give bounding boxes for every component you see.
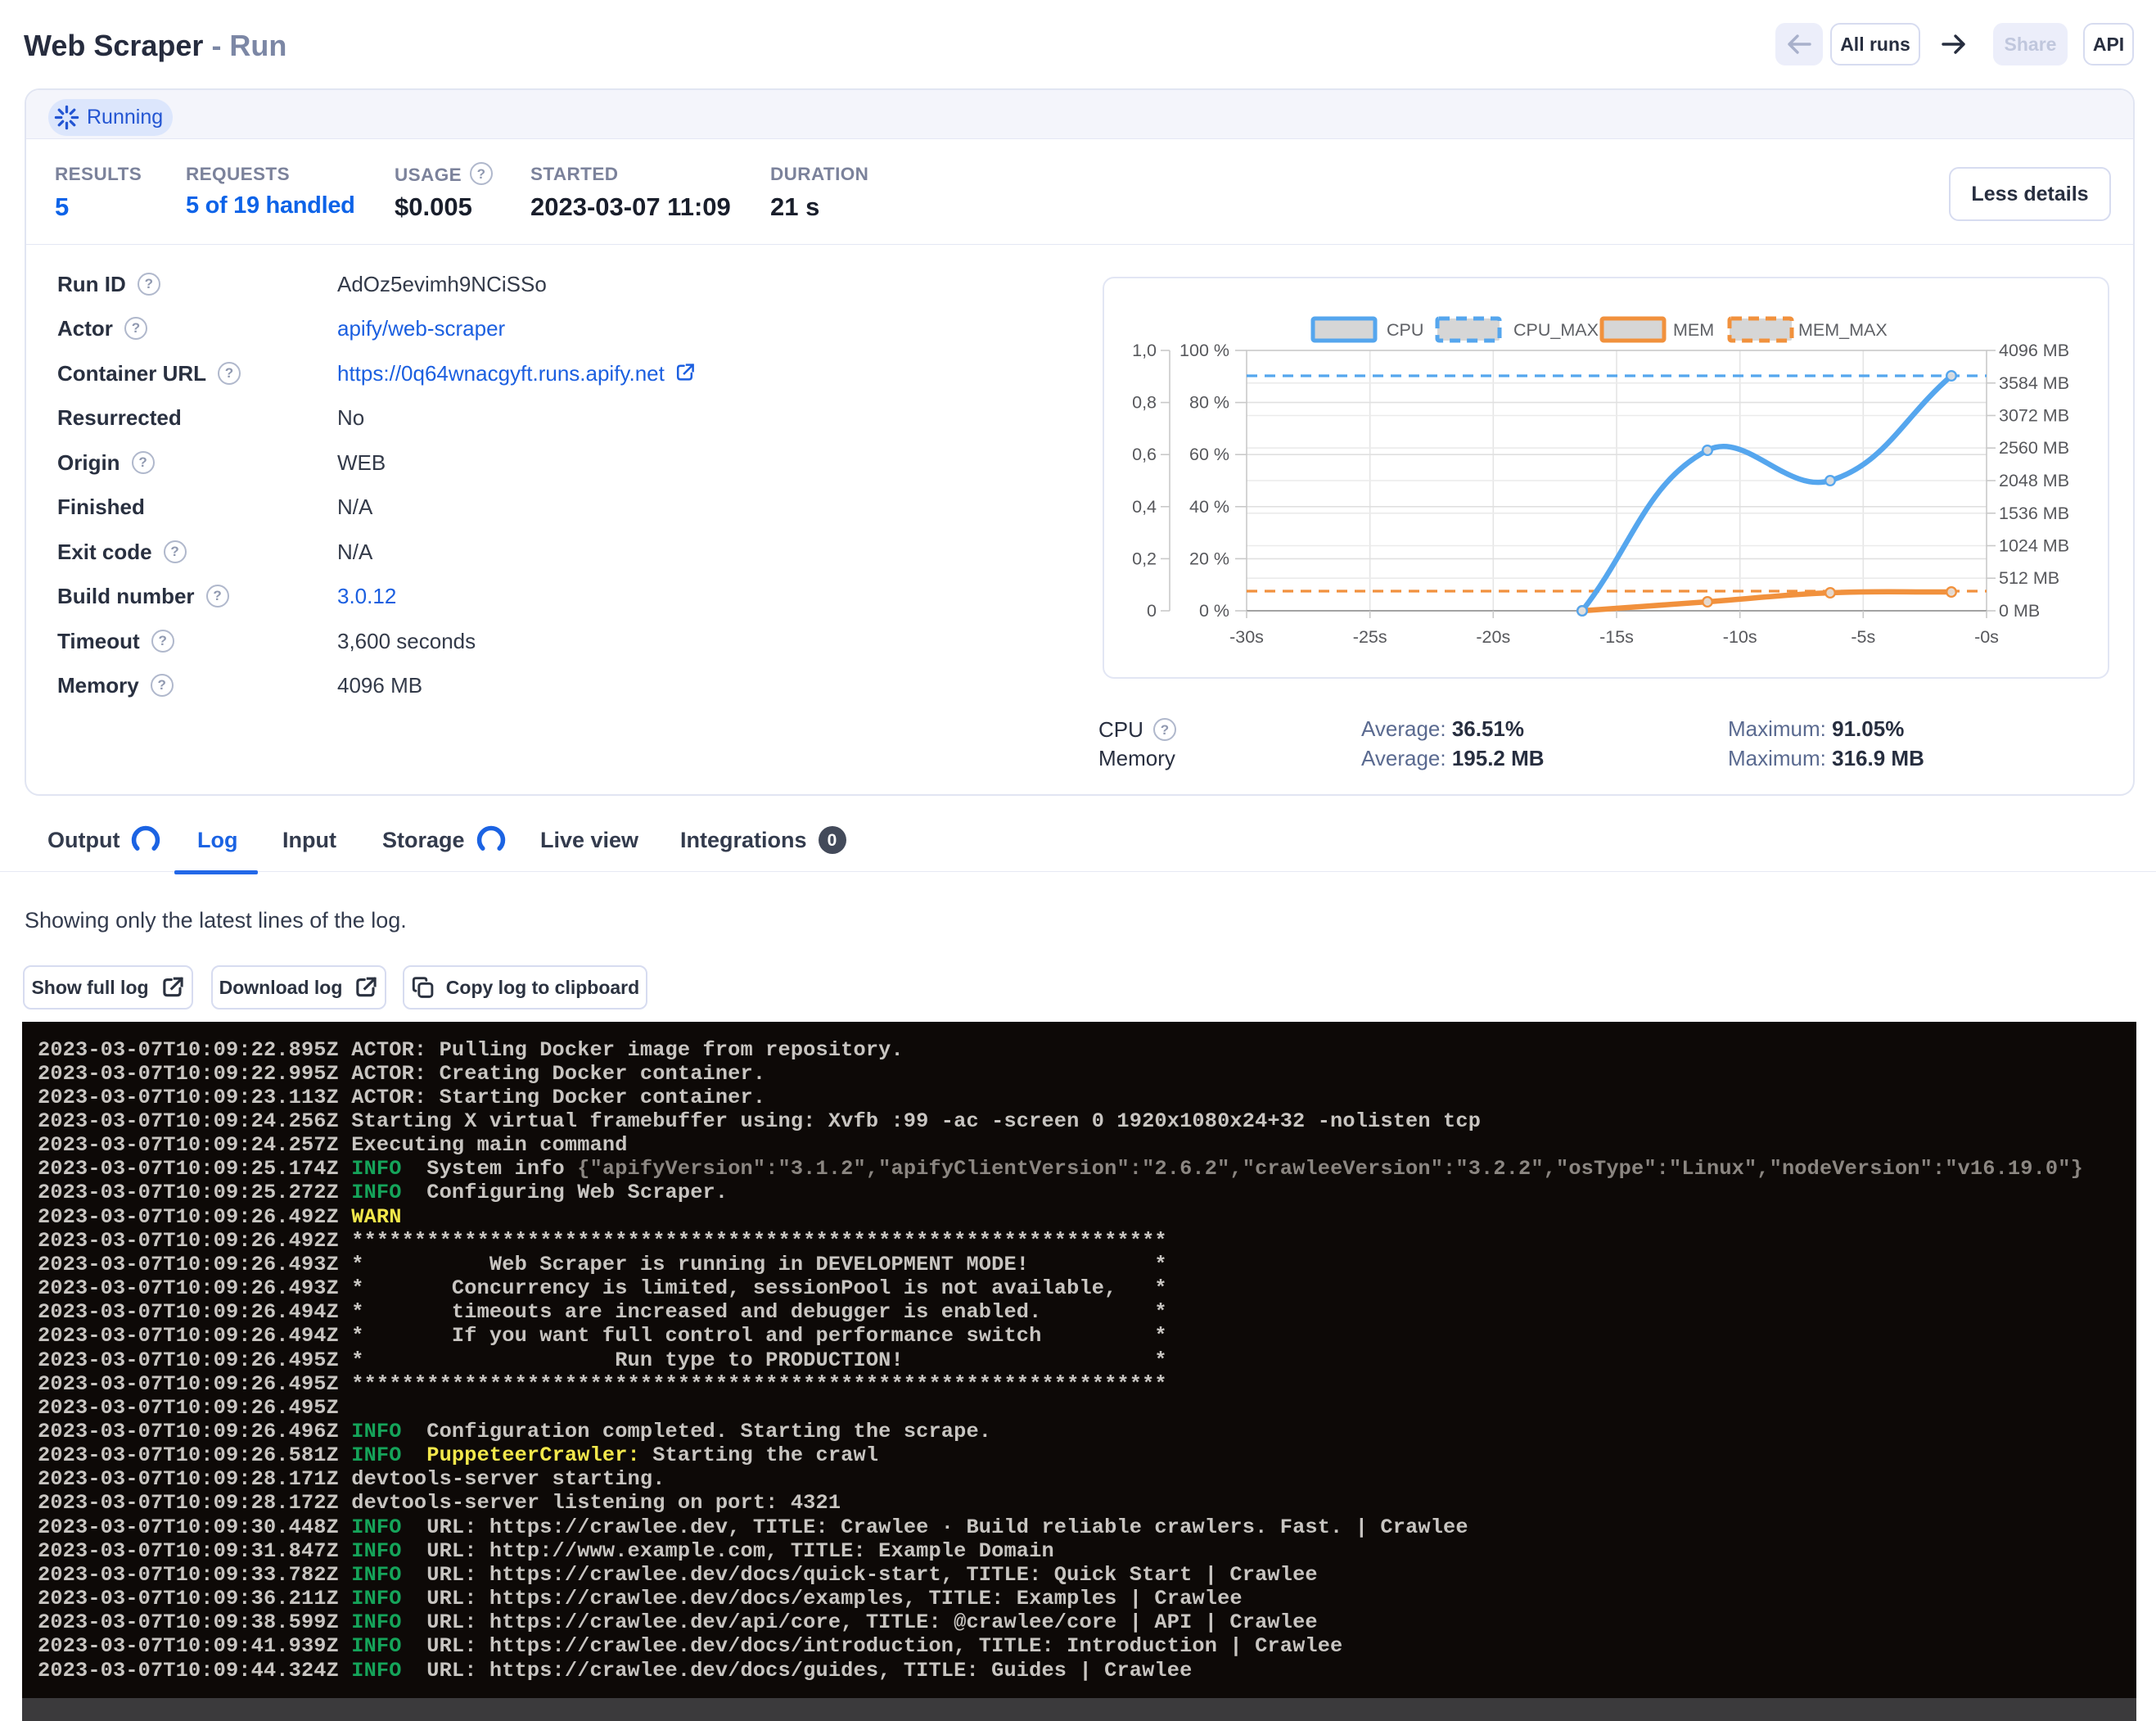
svg-text:4096 MB: 4096 MB: [1999, 341, 2069, 360]
svg-text:20 %: 20 %: [1189, 549, 1229, 568]
svg-text:0: 0: [1147, 601, 1157, 621]
svg-text:80 %: 80 %: [1189, 393, 1229, 413]
svg-text:100 %: 100 %: [1179, 341, 1229, 360]
svg-text:0 %: 0 %: [1199, 601, 1229, 621]
svg-text:-5s: -5s: [1851, 627, 1875, 647]
svg-text:0,6: 0,6: [1132, 445, 1157, 464]
svg-text:-0s: -0s: [1974, 627, 1999, 647]
svg-text:1024 MB: 1024 MB: [1999, 536, 2069, 556]
svg-text:1,0: 1,0: [1132, 341, 1157, 360]
svg-text:2048 MB: 2048 MB: [1999, 471, 2069, 490]
svg-text:CPU: CPU: [1387, 320, 1423, 340]
svg-text:0,2: 0,2: [1132, 549, 1157, 568]
svg-text:1536 MB: 1536 MB: [1999, 504, 2069, 523]
svg-text:3584 MB: 3584 MB: [1999, 373, 2069, 393]
svg-text:0,4: 0,4: [1132, 497, 1157, 517]
svg-text:40 %: 40 %: [1189, 497, 1229, 517]
svg-text:MEM_MAX: MEM_MAX: [1798, 320, 1888, 340]
svg-text:0 MB: 0 MB: [1999, 601, 2040, 621]
svg-text:MEM: MEM: [1673, 320, 1714, 340]
svg-text:-10s: -10s: [1723, 627, 1757, 647]
svg-text:-25s: -25s: [1353, 627, 1387, 647]
svg-text:-30s: -30s: [1229, 627, 1264, 647]
svg-text:512 MB: 512 MB: [1999, 568, 2059, 588]
svg-text:CPU_MAX: CPU_MAX: [1513, 320, 1599, 340]
svg-text:60 %: 60 %: [1189, 445, 1229, 464]
svg-text:2560 MB: 2560 MB: [1999, 438, 2069, 458]
svg-text:3072 MB: 3072 MB: [1999, 406, 2069, 426]
svg-text:-15s: -15s: [1599, 627, 1634, 647]
svg-text:0,8: 0,8: [1132, 393, 1157, 413]
svg-text:-20s: -20s: [1476, 627, 1510, 647]
